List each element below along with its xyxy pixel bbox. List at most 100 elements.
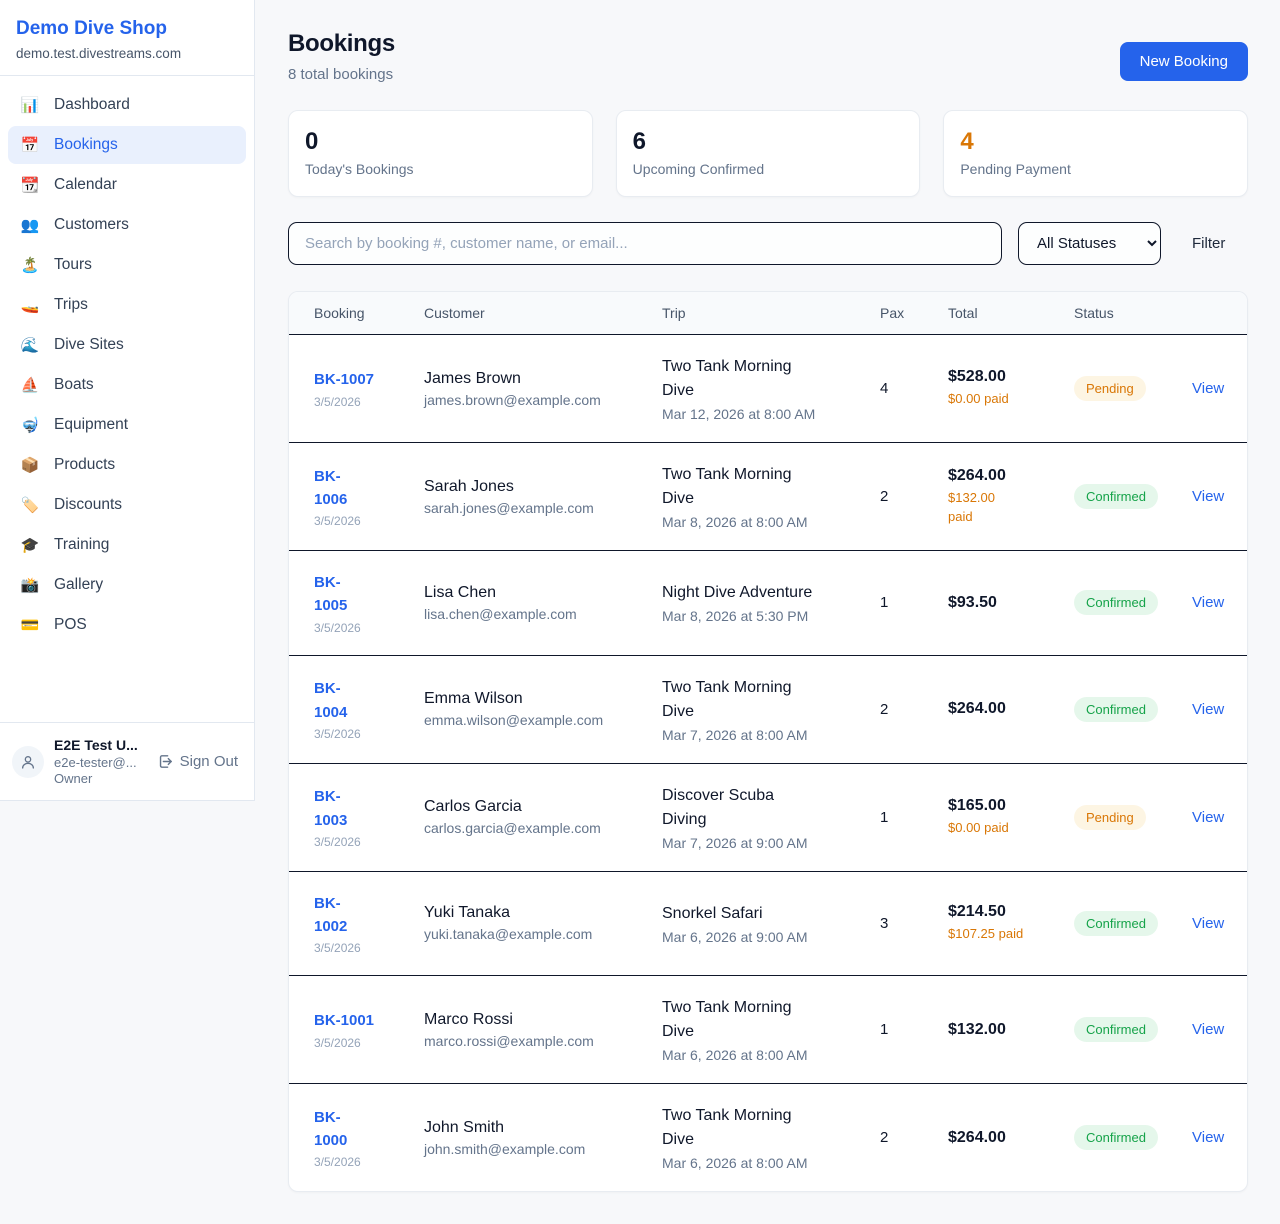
package-icon: 📦: [18, 456, 42, 474]
booking-id-link[interactable]: BK-1007: [314, 368, 414, 391]
stat-value: 4: [960, 128, 1231, 156]
status-badge: Confirmed: [1074, 1125, 1158, 1150]
page-subtitle: 8 total bookings: [288, 66, 395, 83]
sidebar-item-trips[interactable]: 🚤 Trips: [8, 286, 246, 324]
sidebar-item-label: Calendar: [54, 176, 117, 194]
sidebar-item-label: Bookings: [54, 136, 118, 154]
booking-id-link[interactable]: BK- 1003: [314, 785, 414, 832]
sidebar-item-label: Tours: [54, 256, 92, 274]
status-badge: Confirmed: [1074, 590, 1158, 615]
customer-email: john.smith@example.com: [424, 1141, 652, 1157]
view-link[interactable]: View: [1192, 701, 1224, 718]
paid-amount: $0.00 paid: [948, 819, 1064, 837]
view-link[interactable]: View: [1192, 380, 1224, 397]
sidebar-item-customers[interactable]: 👥 Customers: [8, 206, 246, 244]
status-badge: Pending: [1074, 805, 1146, 830]
trip-datetime: Mar 6, 2026 at 8:00 AM: [662, 1155, 870, 1171]
sidebar-item-training[interactable]: 🎓 Training: [8, 526, 246, 564]
filter-button[interactable]: Filter: [1192, 235, 1225, 252]
customer-email: james.brown@example.com: [424, 392, 652, 408]
sidebar-item-pos[interactable]: 💳 POS: [8, 606, 246, 644]
booking-id-link[interactable]: BK- 1002: [314, 892, 414, 939]
trip-datetime: Mar 8, 2026 at 8:00 AM: [662, 514, 870, 530]
status-badge: Confirmed: [1074, 484, 1158, 509]
booking-id-link[interactable]: BK-1001: [314, 1009, 414, 1032]
pax-value: 2: [880, 447, 948, 547]
sidebar-item-bookings[interactable]: 📅 Bookings: [8, 126, 246, 164]
booking-id-link[interactable]: BK- 1000: [314, 1106, 414, 1153]
view-link[interactable]: View: [1192, 594, 1224, 611]
total-amount: $264.00: [948, 467, 1064, 485]
sidebar-item-label: Equipment: [54, 416, 128, 434]
logout-icon: [157, 753, 174, 770]
sidebar: Demo Dive Shop demo.test.divestreams.com…: [0, 0, 255, 801]
sidebar-item-dive-sites[interactable]: 🌊 Dive Sites: [8, 326, 246, 364]
wave-icon: 🌊: [18, 336, 42, 354]
sidebar-nav: 📊 Dashboard 📅 Bookings 📆 Calendar 👥 Cust…: [0, 76, 254, 656]
booking-id-link[interactable]: BK- 1006: [314, 465, 414, 512]
view-link[interactable]: View: [1192, 488, 1224, 505]
trip-datetime: Mar 7, 2026 at 8:00 AM: [662, 727, 870, 743]
view-link[interactable]: View: [1192, 809, 1224, 826]
view-link[interactable]: View: [1192, 915, 1224, 932]
sidebar-item-dashboard[interactable]: 📊 Dashboard: [8, 86, 246, 124]
customer-email: marco.rossi@example.com: [424, 1033, 652, 1049]
booking-id-link[interactable]: BK- 1005: [314, 571, 414, 618]
booking-id-link[interactable]: BK- 1004: [314, 677, 414, 724]
column-header-booking: Booking: [314, 292, 424, 334]
column-header-total: Total: [948, 292, 1074, 334]
column-header-pax: Pax: [880, 292, 948, 334]
booking-date: 3/5/2026: [314, 395, 414, 409]
table-row: BK- 1003 3/5/2026 Carlos Garcia carlos.g…: [289, 764, 1247, 872]
trip-datetime: Mar 6, 2026 at 8:00 AM: [662, 1047, 870, 1063]
island-icon: 🏝️: [18, 256, 42, 274]
customer-email: carlos.garcia@example.com: [424, 820, 652, 836]
credit-card-icon: 💳: [18, 616, 42, 634]
stat-card-upcoming-confirmed: 6 Upcoming Confirmed: [616, 110, 921, 197]
calendar-icon: 📅: [18, 136, 42, 154]
trip-datetime: Mar 8, 2026 at 5:30 PM: [662, 608, 870, 624]
sidebar-item-label: Discounts: [54, 496, 122, 514]
total-amount: $93.50: [948, 594, 1064, 612]
status-filter-select[interactable]: All Statuses: [1018, 222, 1161, 265]
pax-value: 4: [880, 339, 948, 439]
pax-value: 2: [880, 659, 948, 759]
sidebar-item-equipment[interactable]: 🤿 Equipment: [8, 406, 246, 444]
status-badge: Confirmed: [1074, 697, 1158, 722]
trip-datetime: Mar 6, 2026 at 9:00 AM: [662, 929, 870, 945]
sidebar-item-boats[interactable]: ⛵ Boats: [8, 366, 246, 404]
graduation-cap-icon: 🎓: [18, 536, 42, 554]
bookings-table: Booking Customer Trip Pax Total Status B…: [288, 291, 1248, 1192]
stat-card-todays-bookings: 0 Today's Bookings: [288, 110, 593, 197]
sidebar-item-gallery[interactable]: 📸 Gallery: [8, 566, 246, 604]
shop-name: Demo Dive Shop: [16, 18, 238, 40]
customer-name: James Brown: [424, 370, 652, 388]
paid-amount: $0.00 paid: [948, 390, 1064, 408]
table-row: BK- 1004 3/5/2026 Emma Wilson emma.wilso…: [289, 656, 1247, 764]
sidebar-item-label: Customers: [54, 216, 129, 234]
sidebar-item-label: Boats: [54, 376, 94, 394]
table-row: BK- 1005 3/5/2026 Lisa Chen lisa.chen@ex…: [289, 551, 1247, 656]
paid-amount: $132.00 paid: [948, 489, 1064, 525]
sidebar-item-tours[interactable]: 🏝️ Tours: [8, 246, 246, 284]
customer-email: emma.wilson@example.com: [424, 712, 652, 728]
sidebar-item-label: Products: [54, 456, 115, 474]
column-header-actions: [1192, 292, 1222, 334]
page-header: Bookings 8 total bookings New Booking: [288, 30, 1248, 83]
view-link[interactable]: View: [1192, 1021, 1224, 1038]
sidebar-item-products[interactable]: 📦 Products: [8, 446, 246, 484]
trip-name: Two Tank Morning Dive: [662, 355, 870, 403]
new-booking-button[interactable]: New Booking: [1120, 42, 1248, 81]
trip-name: Two Tank Morning Dive: [662, 676, 870, 724]
sidebar-item-discounts[interactable]: 🏷️ Discounts: [8, 486, 246, 524]
camera-icon: 📸: [18, 576, 42, 594]
trip-name: Two Tank Morning Dive: [662, 1104, 870, 1152]
people-icon: 👥: [18, 216, 42, 234]
view-link[interactable]: View: [1192, 1129, 1224, 1146]
table-row: BK-1007 3/5/2026 James Brown james.brown…: [289, 335, 1247, 443]
sign-out-button[interactable]: Sign Out: [157, 753, 238, 770]
sign-out-label: Sign Out: [180, 753, 238, 770]
total-amount: $214.50: [948, 903, 1064, 921]
search-input[interactable]: [288, 222, 1002, 265]
sidebar-item-calendar[interactable]: 📆 Calendar: [8, 166, 246, 204]
